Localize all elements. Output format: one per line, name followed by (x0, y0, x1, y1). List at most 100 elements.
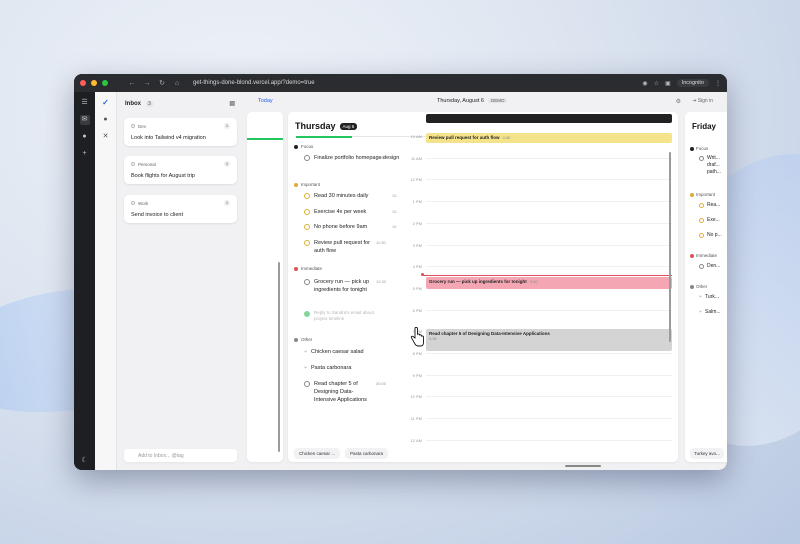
timeline-grid[interactable]: Review pull request for auth flow 0:30 Gr… (421, 112, 672, 462)
sign-in-button[interactable]: ⇥ Sign in (692, 98, 713, 104)
extensions-icon[interactable]: ▣ (665, 80, 671, 87)
card-title: Look into Tailwind v4 migration (131, 135, 206, 141)
demo-badge: DEMO (487, 98, 508, 103)
list-icon[interactable]: ☰ (80, 98, 90, 108)
calendar-event-grocery[interactable]: Grocery run — pick up ingredients for to… (426, 277, 672, 289)
section-focus: Focus (294, 144, 313, 149)
chat-icon[interactable]: ✉ (79, 115, 90, 125)
calendar-event-dark[interactable] (426, 114, 672, 123)
card-category: Work (138, 200, 149, 206)
task-checkbox[interactable] (304, 209, 310, 215)
hand-cursor-icon (410, 327, 424, 347)
task-item[interactable]: Read chapter 5 of Designing Data-Intensi… (304, 380, 404, 404)
task-item[interactable]: Exercise 4x per week 10 (304, 208, 404, 216)
today-button[interactable]: Today (258, 98, 273, 104)
globe-icon[interactable]: ● (101, 115, 111, 125)
timeline-scrollbar[interactable] (669, 152, 671, 342)
panel-toggle-icon[interactable]: ▤ (229, 100, 235, 107)
utensils-icon: ⑂ (304, 349, 308, 355)
settings-gear-icon[interactable]: ⚙ (676, 98, 681, 105)
next-meal-chip[interactable]: Turkey avo... (690, 448, 724, 459)
forward-icon[interactable]: → (142, 80, 152, 87)
next-task[interactable]: ⑂ Turk... (699, 294, 719, 301)
hour-label: 11 AM (410, 155, 422, 161)
tools-icon[interactable]: ✕ (101, 132, 111, 142)
calendar-event-reading[interactable]: Read chapter 5 of Designing Data-Intensi… (426, 329, 672, 351)
hour-gridline (426, 201, 672, 203)
card-title: Book flights for August trip (131, 173, 195, 179)
task-checkbox[interactable] (304, 155, 310, 161)
menu-dots-icon[interactable]: ⋮ (715, 80, 721, 87)
task-item[interactable]: Grocery run — pick up ingredients for to… (304, 278, 404, 294)
task-item[interactable]: ⑂ Chicken caesar salad (304, 348, 404, 356)
back-icon[interactable]: ← (127, 80, 137, 87)
meal-chip[interactable]: Chicken caesar ... (294, 448, 341, 459)
hour-label: 1 PM (412, 199, 422, 205)
star-icon[interactable]: ☆ (654, 80, 659, 87)
plus-icon[interactable]: + (80, 149, 90, 159)
task-item[interactable]: No phone before 9am 10 (304, 223, 404, 231)
hour-label: 9 PM (412, 372, 422, 378)
inbox-scrollbar[interactable] (278, 262, 280, 452)
hour-gridline (426, 157, 672, 159)
next-section-other: Other (690, 284, 707, 289)
hour-label: 10 AM (410, 134, 422, 139)
task-checkbox[interactable] (304, 279, 310, 285)
hour-gridline (426, 396, 672, 398)
task-checkbox[interactable] (304, 381, 310, 387)
inbox-card[interactable]: Work 1 Send invoice to client (124, 195, 237, 223)
address-bar[interactable]: get-things-done-blond.vercel.app/?demo=t… (193, 80, 637, 86)
close-window-button[interactable] (80, 80, 86, 86)
hour-label: 10 PM (410, 394, 422, 400)
section-other: Other (294, 337, 312, 342)
next-task[interactable]: Den... (699, 263, 720, 270)
inbox-card[interactable]: Personal 1 Book flights for August trip (124, 156, 237, 184)
reload-icon[interactable]: ↻ (157, 79, 167, 87)
meal-chip[interactable]: Pasta carbonara (345, 448, 389, 459)
incognito-badge[interactable]: Incognito (676, 79, 709, 87)
minimize-window-button[interactable] (91, 80, 97, 86)
task-item[interactable]: Review pull request for auth flow 11:30 (304, 239, 404, 255)
card-category: Personal (138, 161, 156, 167)
date-bar: Today Thursday, August 6 DEMO ⚙ ⇥ Sign in (247, 92, 727, 110)
task-item-completed[interactable]: Reply to Sandra's email about project ti… (304, 310, 404, 322)
hour-gridline (426, 179, 672, 181)
next-section-important: Important (690, 192, 715, 197)
task-checkbox-checked[interactable] (304, 311, 310, 317)
next-day-name: Friday (692, 122, 717, 131)
home-icon[interactable]: ⌂ (172, 80, 182, 87)
inbox-card[interactable]: Dev 1 Look into Tailwind v4 migration (124, 118, 237, 146)
calendar-event-review[interactable]: Review pull request for auth flow 0:30 (426, 133, 672, 143)
hour-gridline (426, 374, 672, 376)
next-section-immediate: Immediate (690, 253, 717, 258)
card-badge: 1 (224, 200, 230, 206)
task-checkbox[interactable] (304, 193, 310, 199)
maximize-window-button[interactable] (102, 80, 108, 86)
task-item[interactable]: Read 30 minutes daily 10 (304, 192, 404, 200)
task-checkbox[interactable] (304, 224, 310, 230)
next-task[interactable]: Rea... (699, 202, 720, 209)
app-canvas: ✓ ● ✕ Inbox 3 ▤ Dev 1 Look into Tailwind … (95, 92, 727, 470)
add-to-inbox-input[interactable]: Add to Inbox... @tag (124, 449, 237, 462)
next-task[interactable]: No p... (699, 232, 722, 239)
section-important: Important (294, 182, 320, 187)
task-checkbox[interactable] (304, 240, 310, 246)
inbox-count-badge: 3 (146, 100, 153, 107)
hour-label: 8 PM (412, 351, 422, 356)
hour-label: 12 AM (410, 437, 422, 443)
inbox-title: Inbox (125, 100, 141, 107)
next-task-line: path... (707, 169, 721, 175)
next-task[interactable]: ⑂ Salm... (699, 309, 721, 316)
circle-icon[interactable]: ● (80, 132, 90, 142)
moon-icon[interactable]: ☾ (81, 456, 87, 464)
next-task[interactable]: Exe... (699, 217, 720, 224)
hour-gridline (426, 418, 672, 420)
task-item[interactable]: Finalize portfolio homepage design 9h 6m (304, 154, 404, 162)
resize-handle[interactable] (565, 465, 601, 467)
hour-label: 5 PM (412, 285, 422, 291)
eye-off-icon[interactable]: ◉ (642, 80, 647, 87)
next-task[interactable]: Writ... (699, 155, 720, 162)
hour-gridline (426, 222, 672, 224)
task-item[interactable]: ⑂ Pasta carbonara (304, 364, 404, 372)
utensils-icon: ⑂ (304, 365, 308, 371)
